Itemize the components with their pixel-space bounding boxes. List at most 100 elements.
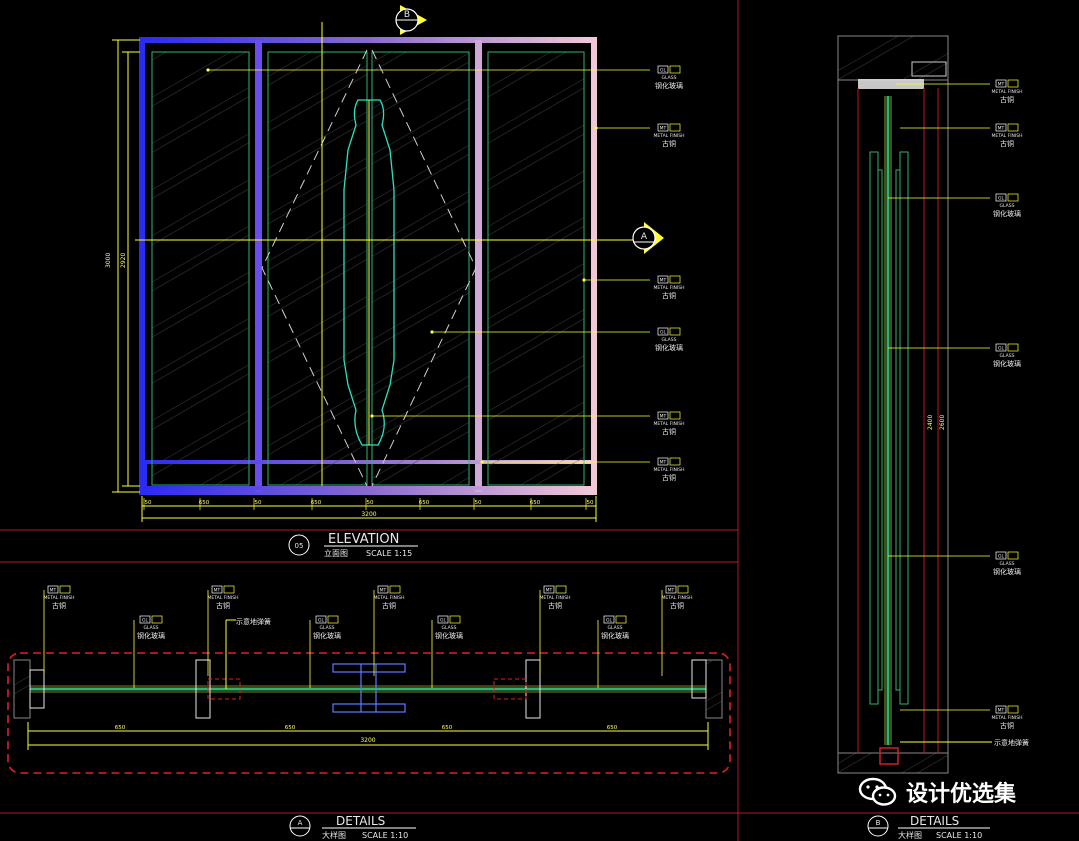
elevation-callout: MTMETAL FINISH古铜 bbox=[654, 457, 685, 482]
detail-b-dim-b: 2600 bbox=[939, 415, 946, 430]
detail-a-metal-callout: MTMETAL FINISH古铜 bbox=[208, 585, 239, 610]
callout-en: METAL FINISH bbox=[374, 595, 405, 601]
callout-code: MT bbox=[998, 82, 1005, 88]
dimension-label: 50 bbox=[587, 500, 594, 506]
callout-en: GLASS bbox=[1000, 203, 1015, 209]
detail-b-callout: MTMETAL FINISH古铜 bbox=[992, 79, 1023, 104]
callout-code: MT bbox=[660, 278, 667, 284]
section-a-label: A bbox=[641, 232, 648, 242]
callout-en: METAL FINISH bbox=[654, 285, 685, 291]
dim-left-outer: 3000 bbox=[105, 253, 112, 268]
callout-code: GL bbox=[606, 618, 612, 624]
elevation-view: B A 3000 2920 50 650 50 650 50 650 50 650 50 bbox=[105, 5, 685, 558]
elevation-callout: MTMETAL FINISH古铜 bbox=[654, 123, 685, 148]
detail-a-metal-callout: MTMETAL FINISH古铜 bbox=[44, 585, 75, 610]
detail-a-dimension-labels: 650 650 650 650 bbox=[115, 725, 618, 731]
detail-b-scale: SCALE 1:10 bbox=[936, 831, 982, 840]
section-b-label: B bbox=[404, 10, 410, 20]
callout-cn: 古铜 bbox=[216, 601, 230, 610]
detail-b-title-block: B DETAILS 大样图 SCALE 1:10 bbox=[867, 814, 990, 840]
detail-a-note: 示意地弹簧 bbox=[236, 617, 271, 626]
callout-code: GL bbox=[660, 68, 666, 74]
callout-cn: 古铜 bbox=[662, 139, 676, 148]
callout-en: METAL FINISH bbox=[992, 715, 1023, 721]
detail-b-title: DETAILS bbox=[910, 814, 959, 828]
callout-en: METAL FINISH bbox=[44, 595, 75, 601]
detail-boundary bbox=[7, 652, 731, 774]
callout-en: METAL FINISH bbox=[992, 133, 1023, 139]
callout-en: GLASS bbox=[1000, 561, 1015, 567]
glass-panes bbox=[151, 51, 585, 486]
dimension-label: 650 bbox=[311, 500, 322, 506]
detail-a-scale: SCALE 1:10 bbox=[362, 831, 408, 840]
detail-b-dim-a: 2400 bbox=[927, 415, 934, 430]
mullion-left bbox=[255, 40, 262, 492]
detail-b-callout: GLGLASS钢化玻璃 bbox=[993, 551, 1021, 576]
detail-a-title-block: A DETAILS 大样图 SCALE 1:10 bbox=[289, 814, 416, 840]
detail-a-glass-callout: GLGLASS钢化玻璃 bbox=[313, 615, 341, 640]
dimension-label: 650 bbox=[530, 500, 541, 506]
ceiling-block bbox=[837, 35, 949, 81]
callout-cn: 古铜 bbox=[1000, 95, 1014, 104]
callout-cn: 古铜 bbox=[662, 473, 676, 482]
callout-en: GLASS bbox=[608, 625, 623, 631]
callout-code: GL bbox=[660, 330, 666, 336]
detail-b-subtitle: 大样图 bbox=[898, 830, 922, 840]
section-marker-b: B bbox=[395, 5, 427, 35]
dimension-label: 50 bbox=[475, 500, 482, 506]
callout-code: MT bbox=[546, 588, 553, 594]
elevation-callout: GLGLASS钢化玻璃 bbox=[655, 65, 683, 90]
callout-code: MT bbox=[998, 126, 1005, 132]
callout-en: GLASS bbox=[144, 625, 159, 631]
elevation-scale: SCALE 1:15 bbox=[366, 549, 412, 558]
callout-code: MT bbox=[50, 588, 57, 594]
callout-cn: 钢化玻璃 bbox=[655, 343, 683, 352]
wechat-icon bbox=[858, 777, 898, 807]
callout-cn: 钢化玻璃 bbox=[993, 209, 1021, 218]
elevation-title: ELEVATION bbox=[328, 532, 399, 547]
wall-right bbox=[705, 659, 723, 719]
callout-en: GLASS bbox=[662, 75, 677, 81]
callout-cn: 钢化玻璃 bbox=[313, 631, 341, 640]
detail-a-title: DETAILS bbox=[336, 814, 385, 828]
callout-en: METAL FINISH bbox=[654, 133, 685, 139]
callout-cn: 古铜 bbox=[662, 291, 676, 300]
callout-en: METAL FINISH bbox=[208, 595, 239, 601]
callout-cn: 钢化玻璃 bbox=[993, 567, 1021, 576]
floor-block bbox=[837, 752, 949, 774]
callout-code: GL bbox=[318, 618, 324, 624]
detail-b-callout: MTMETAL FINISH古铜 bbox=[992, 123, 1023, 148]
dimension-label: 650 bbox=[285, 725, 296, 731]
callout-cn: 古铜 bbox=[670, 601, 684, 610]
elevation-subtitle: 立面图 bbox=[324, 548, 348, 558]
callout-en: METAL FINISH bbox=[540, 595, 571, 601]
callout-cn: 古铜 bbox=[52, 601, 66, 610]
detail-a-symbol: A bbox=[298, 819, 303, 827]
elevation-callout: GLGLASS钢化玻璃 bbox=[655, 327, 683, 352]
callout-cn: 钢化玻璃 bbox=[993, 359, 1021, 368]
callout-cn: 钢化玻璃 bbox=[435, 631, 463, 640]
dimension-label: 50 bbox=[367, 500, 374, 506]
callout-code: MT bbox=[998, 708, 1005, 714]
elevation-callout: MTMETAL FINISH古铜 bbox=[654, 275, 685, 300]
dimension-label: 650 bbox=[199, 500, 210, 506]
callout-code: GL bbox=[142, 618, 148, 624]
detail-b-view: 2400 2600 示意地弹簧 MTMETAL FINISH古铜MTMETAL … bbox=[837, 35, 1029, 840]
callout-cn: 古铜 bbox=[1000, 139, 1014, 148]
callout-code: MT bbox=[380, 588, 387, 594]
dimension-label: 50 bbox=[255, 500, 262, 506]
callout-en: GLASS bbox=[1000, 353, 1015, 359]
detail-b-callout: GLGLASS钢化玻璃 bbox=[993, 193, 1021, 218]
wall-left bbox=[13, 659, 31, 719]
callout-code: MT bbox=[214, 588, 221, 594]
detail-a-callouts: MTMETAL FINISH古铜MTMETAL FINISH古铜MTMETAL … bbox=[44, 585, 693, 688]
callout-en: METAL FINISH bbox=[654, 421, 685, 427]
callout-cn: 古铜 bbox=[382, 601, 396, 610]
dim-left-inner: 2920 bbox=[120, 253, 127, 268]
elevation-title-block: 05 ELEVATION 立面图 SCALE 1:15 bbox=[288, 532, 418, 558]
callout-en: METAL FINISH bbox=[992, 89, 1023, 95]
cad-drawing-canvas: B A 3000 2920 50 650 50 650 50 650 50 650 50 bbox=[0, 0, 1079, 841]
callout-cn: 古铜 bbox=[662, 427, 676, 436]
callout-en: METAL FINISH bbox=[662, 595, 693, 601]
detail-b-callout: MTMETAL FINISH古铜 bbox=[992, 705, 1023, 730]
